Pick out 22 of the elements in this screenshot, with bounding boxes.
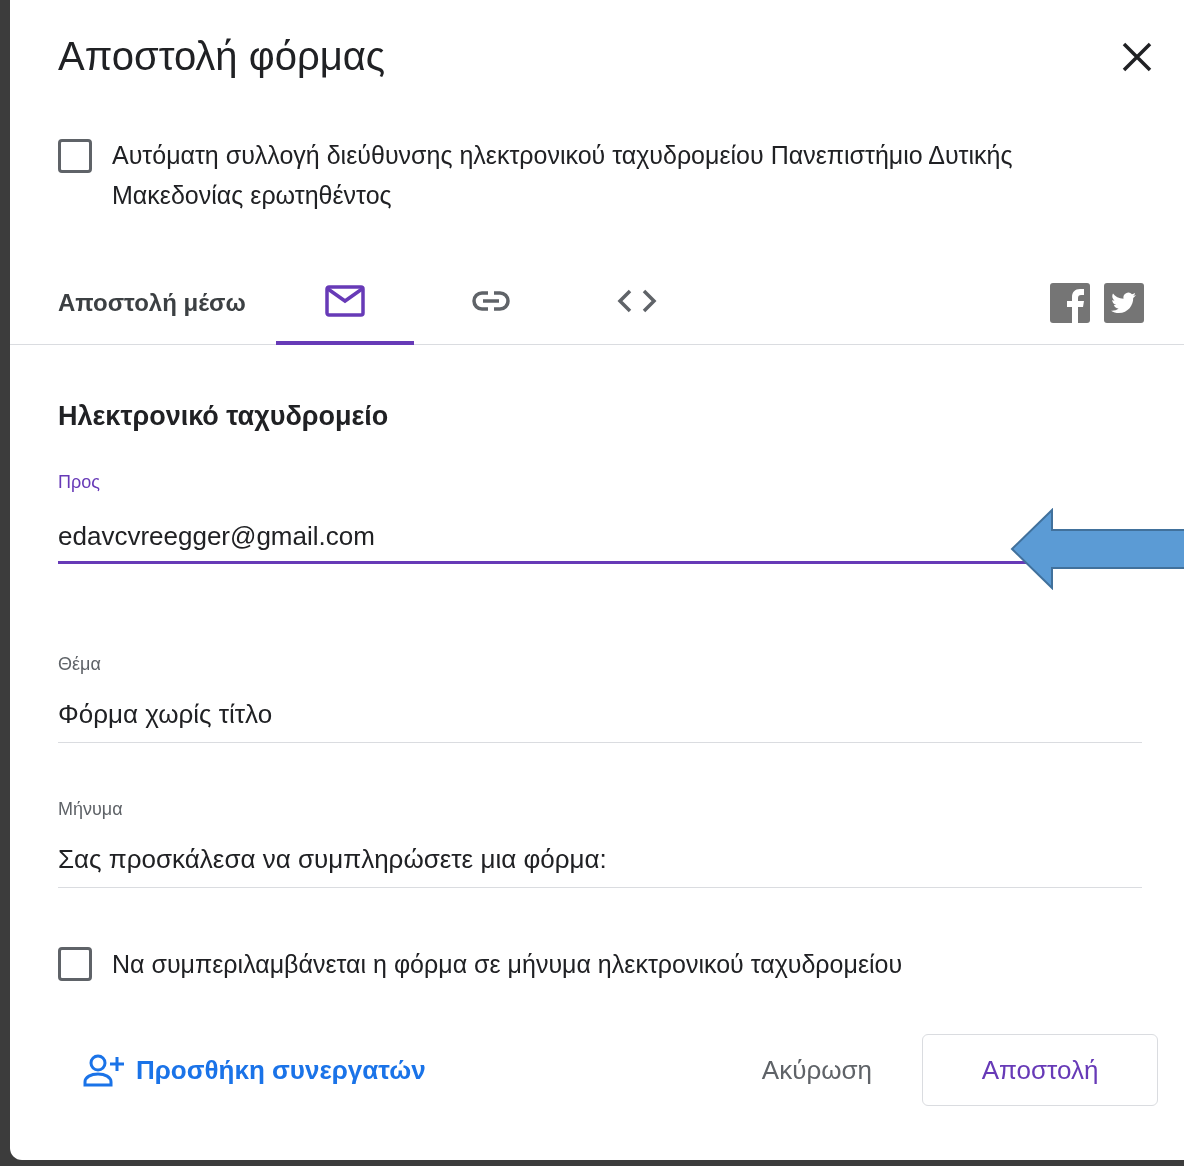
dialog-title: Αποστολή φόρμας bbox=[58, 34, 386, 79]
checkbox-label: Να συμπεριλαμβάνεται η φόρμα σε μήνυμα ηλεκτρονικού ταχυδρομείου bbox=[112, 949, 903, 980]
link-icon bbox=[470, 289, 511, 312]
checkbox[interactable] bbox=[58, 947, 92, 981]
input-field[interactable]: Σας προσκάλεσα να συμπληρώσετε μια φόρμα: bbox=[58, 844, 1142, 888]
add-collaborators-button[interactable]: Προσθήκη συνεργατών bbox=[82, 1053, 426, 1087]
field-label: Προς bbox=[58, 472, 100, 493]
checkbox[interactable] bbox=[58, 139, 92, 173]
add-person-icon bbox=[82, 1053, 126, 1087]
input-field[interactable]: Φόρμα χωρίς τίτλο bbox=[58, 699, 1142, 743]
input-field[interactable]: edavcvreegger@gmail.com bbox=[58, 521, 988, 564]
cancel-button[interactable]: Ακύρωση bbox=[733, 1042, 900, 1098]
field-label: Θέμα bbox=[58, 654, 101, 675]
bird-icon[interactable] bbox=[1104, 282, 1144, 323]
checkbox-label: Αυτόματη συλλογή διεύθυνσης ηλεκτρονικού ταχυδρομείου Πανεπιστήμιο Δυτικής Μακεδονίας ερωτηθέντος bbox=[112, 140, 1014, 211]
field-label: Μήνυμα bbox=[58, 799, 123, 820]
send-button[interactable]: Αποστολή bbox=[922, 1034, 1158, 1106]
envelope-icon bbox=[324, 284, 365, 317]
send-via-label: Αποστολή μέσω bbox=[58, 288, 246, 317]
section-heading: Ηλεκτρονικό ταχυδρομείο bbox=[58, 401, 390, 432]
facebook-icon[interactable] bbox=[1050, 282, 1090, 323]
code-icon bbox=[616, 288, 657, 313]
